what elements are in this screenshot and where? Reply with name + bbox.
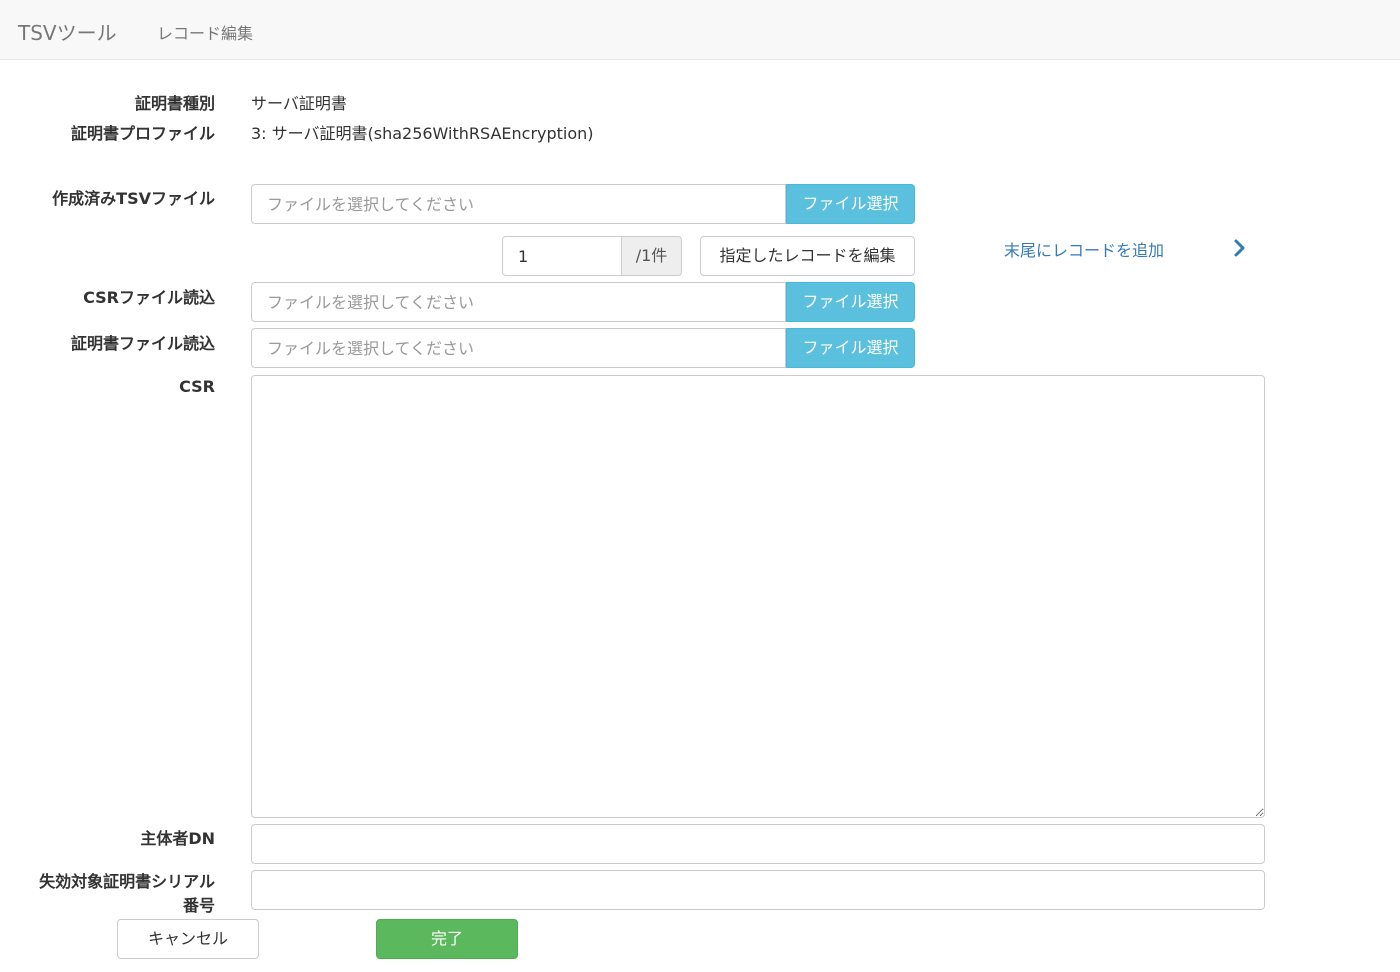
chevron-right-icon[interactable] <box>1232 238 1248 258</box>
tsv-file-input[interactable] <box>251 184 786 224</box>
cert-type-label: 証明書種別 <box>134 94 215 113</box>
record-number-input[interactable] <box>502 236 622 276</box>
csr-file-label: CSRファイル読込 <box>83 288 215 307</box>
csr-label: CSR <box>179 377 215 396</box>
tsv-file-select-button[interactable]: ファイル選択 <box>786 184 915 224</box>
app-brand[interactable]: TSVツール <box>18 17 117 46</box>
cert-type-value: サーバ証明書 <box>251 94 347 113</box>
cert-file-label: 証明書ファイル読込 <box>70 334 215 353</box>
cert-file-select-button[interactable]: ファイル選択 <box>786 328 915 368</box>
edit-record-button[interactable]: 指定したレコードを編集 <box>700 236 915 276</box>
record-total-addon: /1件 <box>621 236 682 276</box>
revoke-serial-label: 失効対象証明書シリアル番号 <box>39 872 215 915</box>
subject-dn-label: 主体者DN <box>140 829 215 848</box>
done-button[interactable]: 完了 <box>376 919 518 959</box>
append-record-link[interactable]: 末尾にレコードを追加 <box>1004 237 1164 261</box>
cert-profile-label: 証明書プロファイル <box>70 124 215 143</box>
nav-link-record-edit[interactable]: レコード編集 <box>157 20 253 44</box>
navbar: TSVツール レコード編集 <box>0 0 1400 60</box>
subject-dn-input[interactable] <box>251 824 1265 864</box>
csr-file-input[interactable] <box>251 282 786 322</box>
tsv-file-label: 作成済みTSVファイル <box>52 189 215 208</box>
csr-file-select-button[interactable]: ファイル選択 <box>786 282 915 322</box>
cert-profile-value: 3: サーバ証明書(sha256WithRSAEncryption) <box>251 124 594 143</box>
cert-file-input[interactable] <box>251 328 786 368</box>
csr-textarea[interactable] <box>251 375 1265 818</box>
revoke-serial-input[interactable] <box>251 870 1265 910</box>
cancel-button[interactable]: キャンセル <box>117 919 259 959</box>
